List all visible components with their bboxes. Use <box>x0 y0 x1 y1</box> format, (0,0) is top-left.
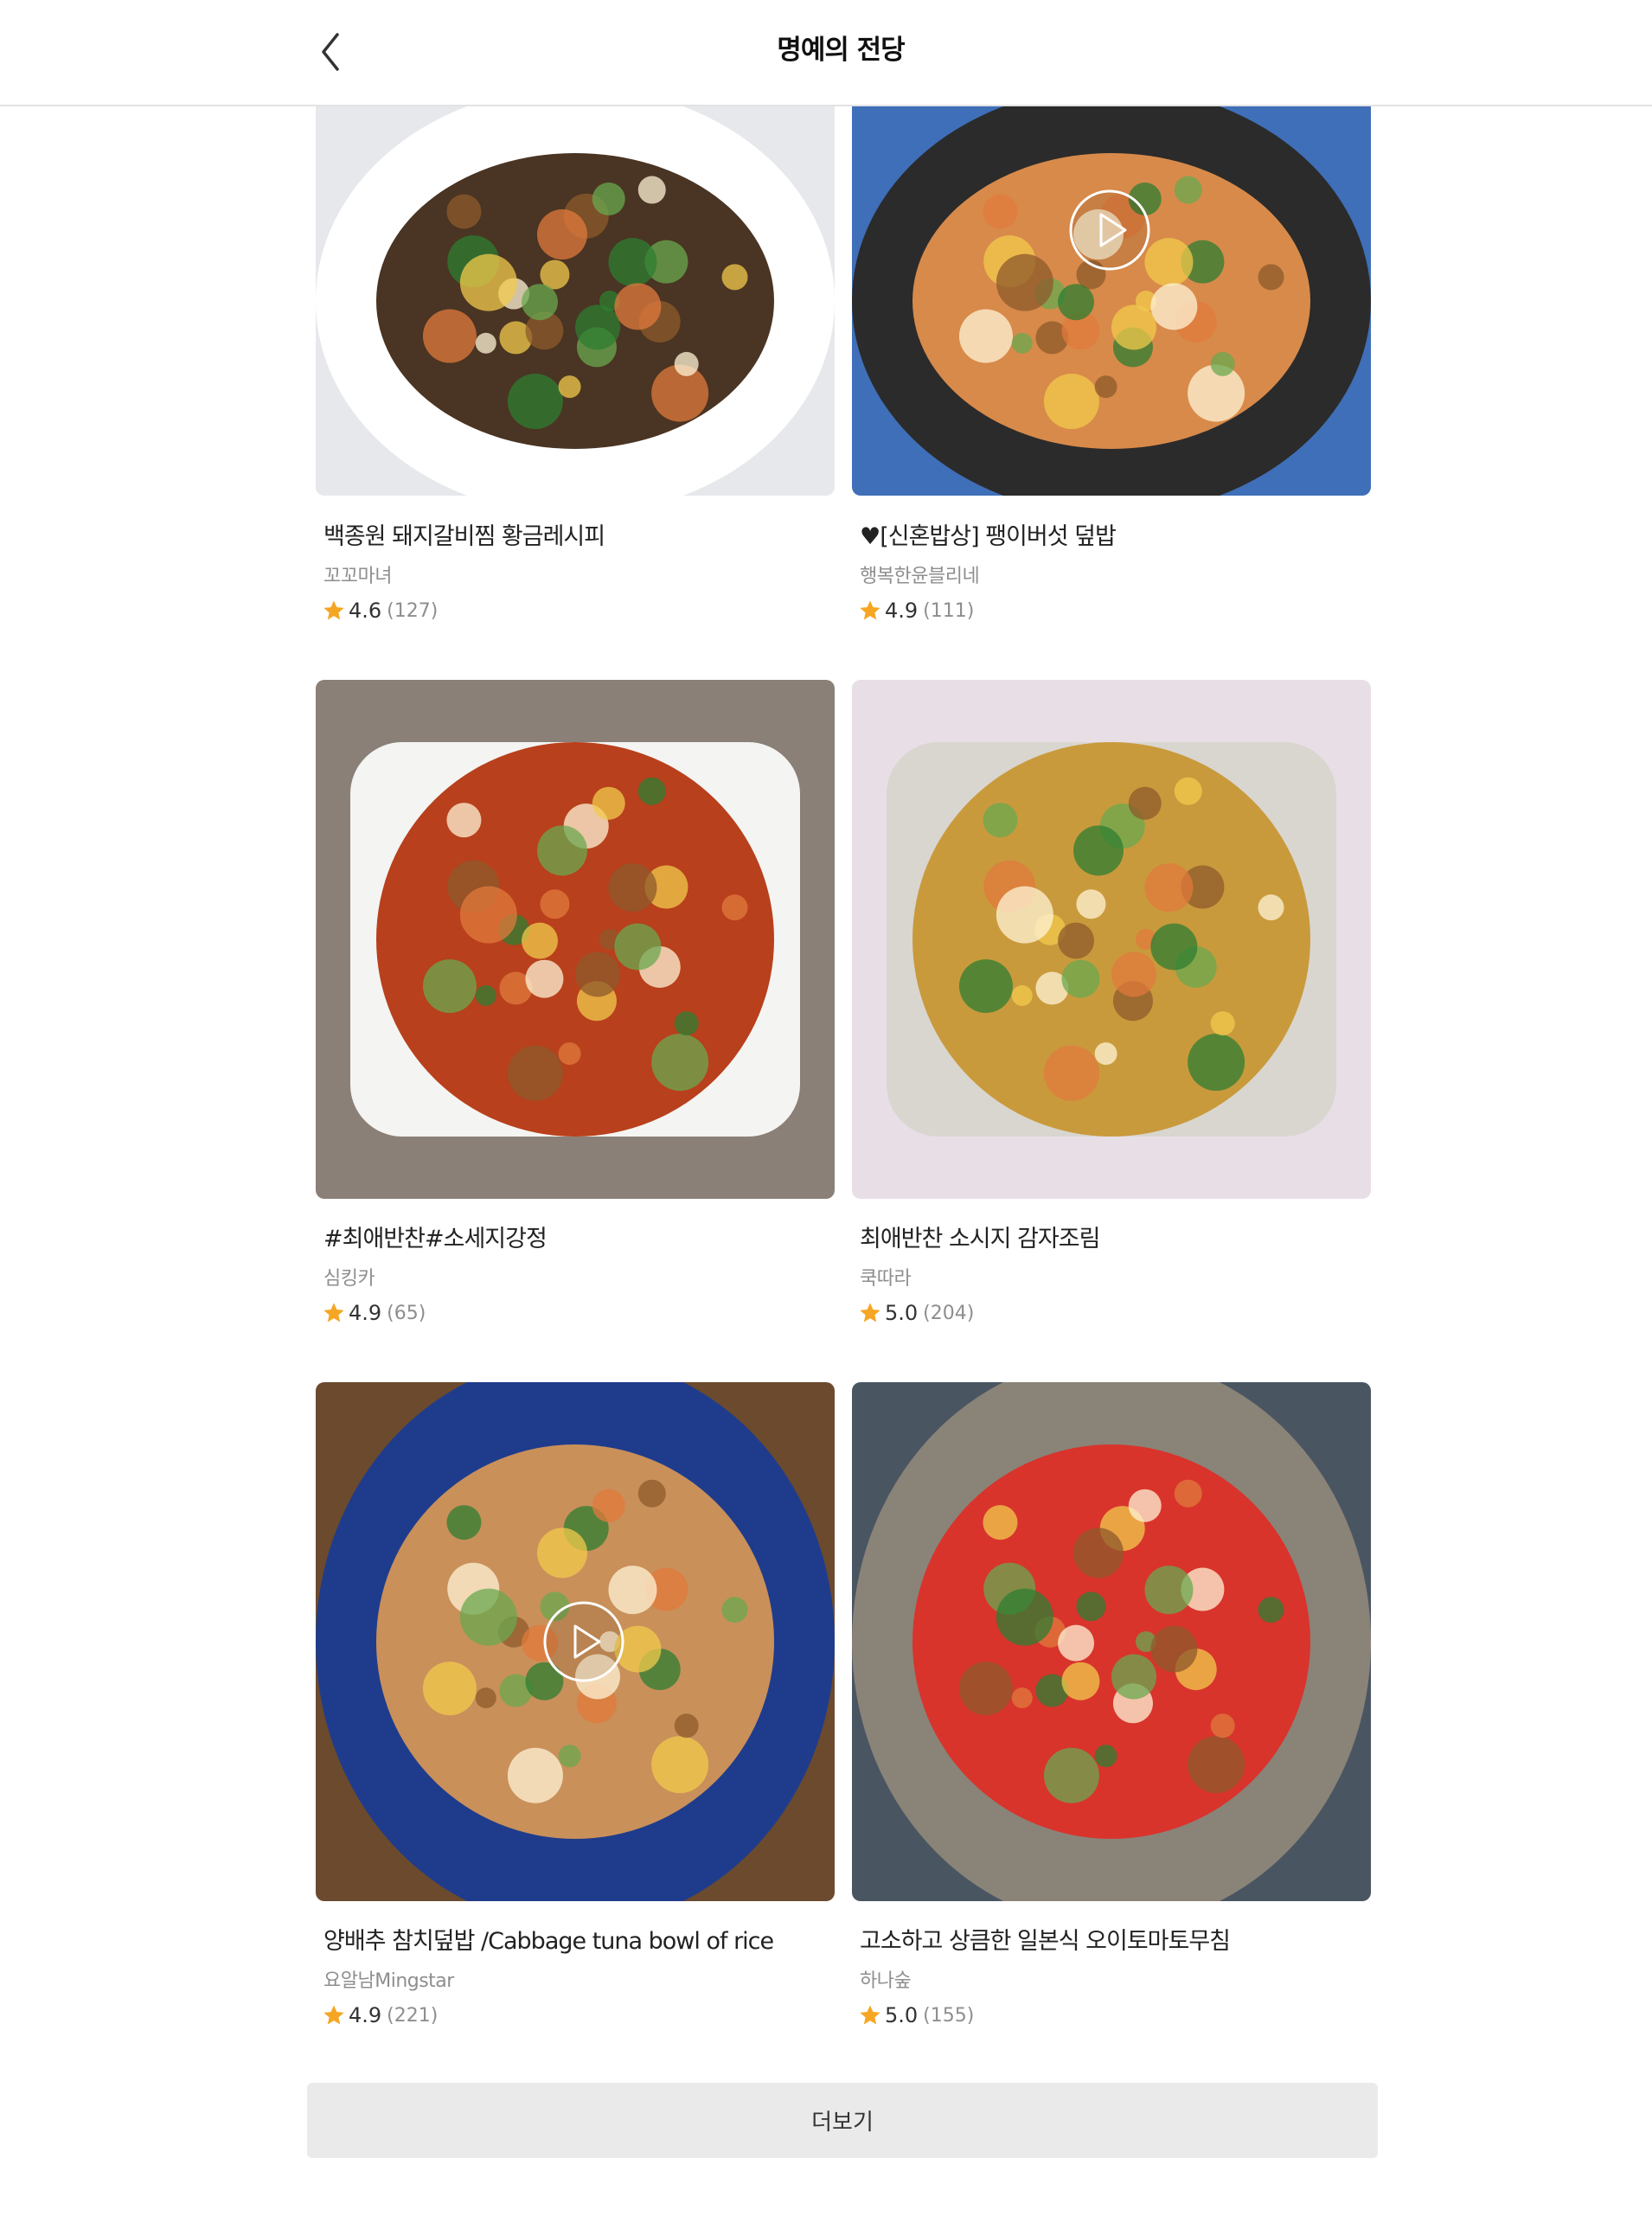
food-photo <box>316 680 835 1199</box>
rating-value: 5.0 <box>885 1301 919 1325</box>
food-photo <box>316 106 835 496</box>
star-icon <box>858 1301 882 1325</box>
rating-row: 5.0 (204) <box>858 1299 974 1327</box>
recipe-title[interactable]: ♥[신혼밥상] 팽이버섯 덮밥 <box>860 517 1117 551</box>
recipe-thumbnail[interactable] <box>316 1382 835 1901</box>
rating-row: 5.0 (155) <box>858 2001 974 2029</box>
recipe-thumbnail[interactable] <box>316 106 835 496</box>
rating-value: 4.6 <box>349 599 382 623</box>
star-icon <box>858 599 882 623</box>
star-icon <box>322 1301 346 1325</box>
recipe-author: 행복한윤블리네 <box>860 566 980 587</box>
recipe-thumbnail[interactable] <box>316 680 835 1199</box>
recipe-grid: 백종원 돼지갈비찜 황금레시피꼬꼬마녀 4.6 (127) ♥[신혼밥상] 팽이버섯 … <box>0 0 1652 2216</box>
rating-value: 4.9 <box>349 1301 382 1325</box>
recipe-thumbnail[interactable] <box>852 680 1371 1199</box>
recipe-author: 심킹카 <box>323 1268 375 1290</box>
review-count: (111) <box>923 599 975 622</box>
rating-value: 5.0 <box>885 2003 919 2027</box>
recipe-author: 요알남Mingstar <box>323 1970 454 1992</box>
review-count: (221) <box>387 2004 439 2027</box>
rating-row: 4.9 (65) <box>322 1299 426 1327</box>
recipe-title[interactable]: 양배추 참치덮밥 /Cabbage tuna bowl of rice <box>323 1922 774 1956</box>
rating-value: 4.9 <box>349 2003 382 2027</box>
play-icon[interactable] <box>542 1600 625 1683</box>
review-count: (65) <box>387 1302 426 1324</box>
recipe-thumbnail[interactable] <box>852 106 1371 496</box>
rating-row: 4.6 (127) <box>322 597 438 624</box>
more-button[interactable]: 더보기 <box>307 2083 1378 2158</box>
recipe-author: 하나숲 <box>860 1970 912 1992</box>
star-icon <box>322 599 346 623</box>
review-count: (204) <box>923 1302 975 1324</box>
recipe-author: 꼬꼬마녀 <box>323 566 392 587</box>
page-title: 명예의 전당 <box>777 35 905 66</box>
rating-value: 4.9 <box>885 599 919 623</box>
review-count: (155) <box>923 2004 975 2027</box>
recipe-title[interactable]: #최애반찬#소세지강정 <box>323 1220 547 1253</box>
rating-row: 4.9 (111) <box>858 597 974 624</box>
recipe-title[interactable]: 백종원 돼지갈비찜 황금레시피 <box>323 517 605 551</box>
star-icon <box>322 2003 346 2027</box>
recipe-author: 쿡따라 <box>860 1268 912 1290</box>
recipe-thumbnail[interactable] <box>852 1382 1371 1901</box>
rating-row: 4.9 (221) <box>322 2001 438 2029</box>
play-icon[interactable] <box>1068 189 1151 272</box>
food-photo <box>852 1382 1371 1901</box>
review-count: (127) <box>387 599 439 622</box>
food-photo <box>852 680 1371 1199</box>
recipe-title[interactable]: 최애반찬 소시지 감자조림 <box>860 1220 1100 1253</box>
header: 명예의 전당 <box>0 0 1652 106</box>
recipe-title[interactable]: 고소하고 상큼한 일본식 오이토마토무침 <box>860 1922 1231 1956</box>
star-icon <box>858 2003 882 2027</box>
food-photo <box>852 106 1371 496</box>
